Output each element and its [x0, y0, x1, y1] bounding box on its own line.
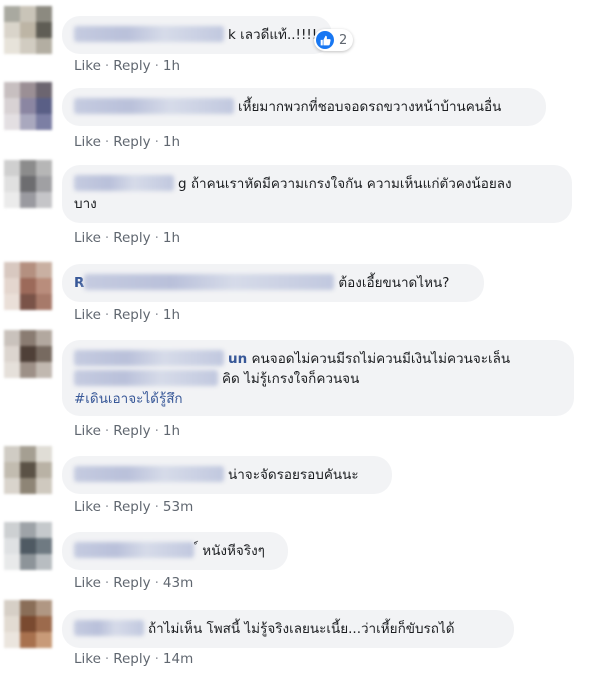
- author-name[interactable]: R: [74, 275, 84, 291]
- like-link[interactable]: Like: [74, 58, 101, 74]
- reaction-count-text: 2: [339, 32, 348, 48]
- reply-link[interactable]: Reply: [113, 575, 150, 591]
- reply-link[interactable]: Reply: [113, 230, 150, 246]
- like-link[interactable]: Like: [74, 423, 101, 439]
- reply-link[interactable]: Reply: [113, 134, 150, 150]
- author-name-blurred[interactable]: [74, 466, 224, 482]
- avatar[interactable]: [4, 160, 52, 208]
- comment-bubble: น่าจะจัดรอยรอบคันนะ: [62, 456, 392, 494]
- author-name-blurred[interactable]: [84, 274, 335, 290]
- comment-text: ต้องเอี้ยขนาดไหน?: [338, 275, 450, 291]
- comment-text-line2: บาง: [74, 196, 97, 212]
- comment-actions: Like · Reply · 1h: [74, 58, 181, 74]
- comment-bubble: k เลวดีแท้..!!!!: [62, 16, 332, 54]
- reaction-count[interactable]: 2: [314, 29, 354, 51]
- comment-time[interactable]: 1h: [163, 58, 180, 74]
- comment-time[interactable]: 14m: [163, 651, 193, 667]
- comment-actions: Like · Reply · 1h: [74, 230, 181, 246]
- author-name-blurred[interactable]: [74, 98, 234, 114]
- author-name-blurred[interactable]: [74, 175, 174, 191]
- reply-link[interactable]: Reply: [113, 58, 150, 74]
- comment-time[interactable]: 1h: [163, 134, 180, 150]
- comment-bubble: g ถ้าคนเราหัดมีความเกรงใจกัน ความเห็นแก่…: [62, 165, 572, 223]
- author-name-blurred[interactable]: [74, 350, 224, 366]
- comment-text-line1: g ถ้าคนเราหัดมีความเกรงใจกัน ความเห็นแก่…: [178, 176, 512, 192]
- comment-time[interactable]: 43m: [163, 575, 193, 591]
- hashtag-link[interactable]: #เดินเอาจะได้รู้สึก: [74, 389, 562, 409]
- comment-time[interactable]: 1h: [163, 307, 180, 323]
- like-icon: [316, 31, 334, 49]
- comment-actions: Like · Reply · 43m: [74, 575, 194, 591]
- reply-link[interactable]: Reply: [113, 307, 150, 323]
- like-link[interactable]: Like: [74, 230, 101, 246]
- comment-text-line2: คิด ไม่รู้เกรงใจก็ควนจน: [222, 371, 360, 387]
- reply-link[interactable]: Reply: [113, 423, 150, 439]
- reply-link[interactable]: Reply: [113, 651, 150, 667]
- comment-actions: Like · Reply · 1h: [74, 134, 181, 150]
- like-link[interactable]: Like: [74, 134, 101, 150]
- like-link[interactable]: Like: [74, 307, 101, 323]
- comment-bubble: เหี้ยมากพวกที่ชอบจอดรถขวางหน้าบ้านคนอื่น: [62, 88, 546, 126]
- comment-text: เหี้ยมากพวกที่ชอบจอดรถขวางหน้าบ้านคนอื่น: [238, 99, 502, 115]
- author-name-blurred[interactable]: [74, 620, 144, 636]
- comment-bubble: un คนจอดไม่ควนมีรถไม่ควนมีเงินไม่ควนจะเล…: [62, 340, 574, 416]
- like-link[interactable]: Like: [74, 499, 101, 515]
- avatar[interactable]: [4, 6, 52, 54]
- avatar[interactable]: [4, 330, 52, 378]
- comment-actions: Like · Reply · 1h: [74, 423, 181, 439]
- comment-actions: Like · Reply · 1h: [74, 307, 181, 323]
- comment-time[interactable]: 53m: [163, 499, 193, 515]
- author-name[interactable]: un: [228, 351, 247, 367]
- comment-actions: Like · Reply · 14m: [74, 651, 194, 667]
- comment-text: น่าจะจัดรอยรอบคันนะ: [228, 467, 359, 483]
- like-link[interactable]: Like: [74, 651, 101, 667]
- like-link[interactable]: Like: [74, 575, 101, 591]
- author-name-blurred[interactable]: [74, 26, 224, 42]
- author-name-blurred[interactable]: [74, 370, 218, 386]
- comment-text: ์ หนังหีจริงๆ: [198, 543, 265, 559]
- avatar[interactable]: [4, 262, 52, 310]
- reply-link[interactable]: Reply: [113, 499, 150, 515]
- avatar[interactable]: [4, 600, 52, 648]
- avatar[interactable]: [4, 522, 52, 570]
- avatar[interactable]: [4, 446, 52, 494]
- comment-bubble: R ต้องเอี้ยขนาดไหน?: [62, 264, 484, 302]
- comment-text: k เลวดีแท้..!!!!: [228, 27, 318, 43]
- comment-time[interactable]: 1h: [163, 230, 180, 246]
- author-name-blurred[interactable]: [74, 542, 194, 558]
- comment-time[interactable]: 1h: [163, 423, 180, 439]
- comment-text-line1: คนจอดไม่ควนมีรถไม่ควนมีเงินไม่ควนจะเล็น: [251, 351, 511, 367]
- comment-bubble: ์ หนังหีจริงๆ: [62, 532, 288, 570]
- comment-text: ถ้าไม่เห็น โพสนี้ ไม่รู้จริงเลยนะเนี้ย..…: [148, 621, 455, 637]
- comment-actions: Like · Reply · 53m: [74, 499, 194, 515]
- avatar[interactable]: [4, 82, 52, 130]
- comment-bubble: ถ้าไม่เห็น โพสนี้ ไม่รู้จริงเลยนะเนี้ย..…: [62, 610, 514, 648]
